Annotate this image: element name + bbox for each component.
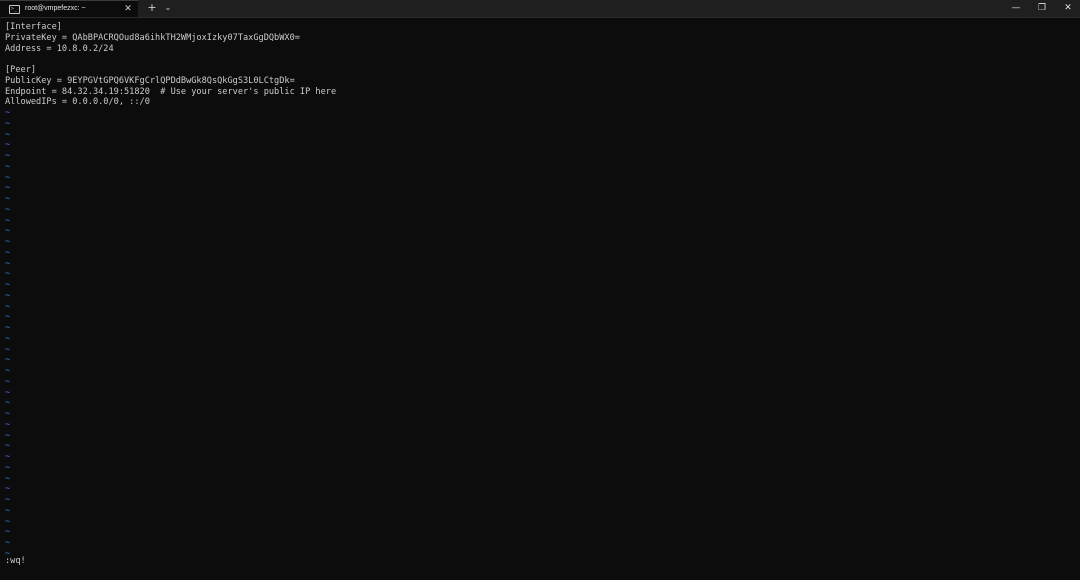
tilde-marker: ~ [5,312,11,323]
tilde-marker: ~ [5,538,11,548]
tilde-marker: ~ [5,172,11,183]
tilde-marker: ~ [5,409,11,419]
tilde-marker: ~ [5,366,11,376]
tilde-marker: ~ [5,333,11,344]
tilde-marker: ~ [5,495,11,505]
tilde-marker: ~ [5,226,11,237]
editor-line: PublicKey = 9EYPGVtGPQ6VKFgCrlQPDdBwGk8Q… [5,75,295,86]
tilde-marker: ~ [5,280,11,290]
tilde-marker: ~ [5,398,11,409]
tilde-marker: ~ [5,344,11,355]
tilde-marker: ~ [5,108,11,118]
tilde-marker: ~ [5,301,11,312]
tilde-marker: ~ [5,161,11,172]
tilde-marker: ~ [5,258,11,269]
title-bar: >_ root@vmpefezxc: ~ ✕ + ⌄ — ❐ ✕ [0,0,1080,18]
tilde-marker: ~ [5,462,11,473]
tilde-marker: ~ [5,118,11,129]
tilde-marker: ~ [5,183,11,194]
tilde-marker: ~ [5,247,11,258]
tilde-marker: ~ [5,323,11,333]
chevron-down-icon[interactable]: ⌄ [162,1,174,15]
tilde-marker: ~ [5,215,11,226]
tilde-marker: ~ [5,484,11,495]
tab-active[interactable]: >_ root@vmpefezxc: ~ ✕ [0,0,138,17]
minimize-button[interactable]: — [1003,0,1029,17]
new-tab-button[interactable]: + [145,1,159,15]
editor-line: PrivateKey = QAbBPACRQOud8a6ihkTH2WMjoxI… [5,32,300,43]
tilde-marker: ~ [5,151,11,161]
tilde-marker: ~ [5,473,11,484]
tilde-marker: ~ [5,194,11,204]
close-window-button[interactable]: ✕ [1055,0,1080,17]
tilde-marker: ~ [5,376,11,387]
terminal-icon: >_ [9,5,20,14]
tilde-marker: ~ [5,387,11,398]
tilde-marker: ~ [5,204,11,215]
close-tab-icon[interactable]: ✕ [122,3,134,15]
command-line[interactable]: :wq! [5,556,26,567]
tab-title: root@vmpefezxc: ~ [25,5,86,12]
tilde-marker: ~ [5,430,11,441]
editor-line: [Peer] [5,65,37,75]
tilde-marker: ~ [5,355,11,366]
tilde-marker: ~ [5,290,11,301]
editor-line: Address = 10.8.0.2/24 [5,43,114,54]
editor-line: [Interface] [5,22,62,32]
tilde-marker: ~ [5,452,11,462]
terminal-icon-glyph: >_ [11,6,18,12]
editor-line: Endpoint = 84.32.34.19:51820 # Use your … [5,86,337,97]
editor-line: AllowedIPs = 0.0.0.0/0, ::/0 [5,97,150,108]
tilde-marker: ~ [5,419,11,430]
tilde-marker: ~ [5,527,11,538]
tilde-marker: ~ [5,140,11,151]
restore-button[interactable]: ❐ [1029,0,1055,17]
terminal-content[interactable]: [Interface] PrivateKey = QAbBPACRQOud8a6… [0,18,1080,580]
tilde-marker: ~ [5,237,11,247]
tilde-marker: ~ [5,441,11,452]
terminal-window: >_ root@vmpefezxc: ~ ✕ + ⌄ — ❐ ✕ [Interf… [0,0,1080,580]
tilde-marker: ~ [5,516,11,527]
tilde-marker: ~ [5,129,11,140]
tilde-marker: ~ [5,269,11,280]
tilde-marker: ~ [5,505,11,516]
